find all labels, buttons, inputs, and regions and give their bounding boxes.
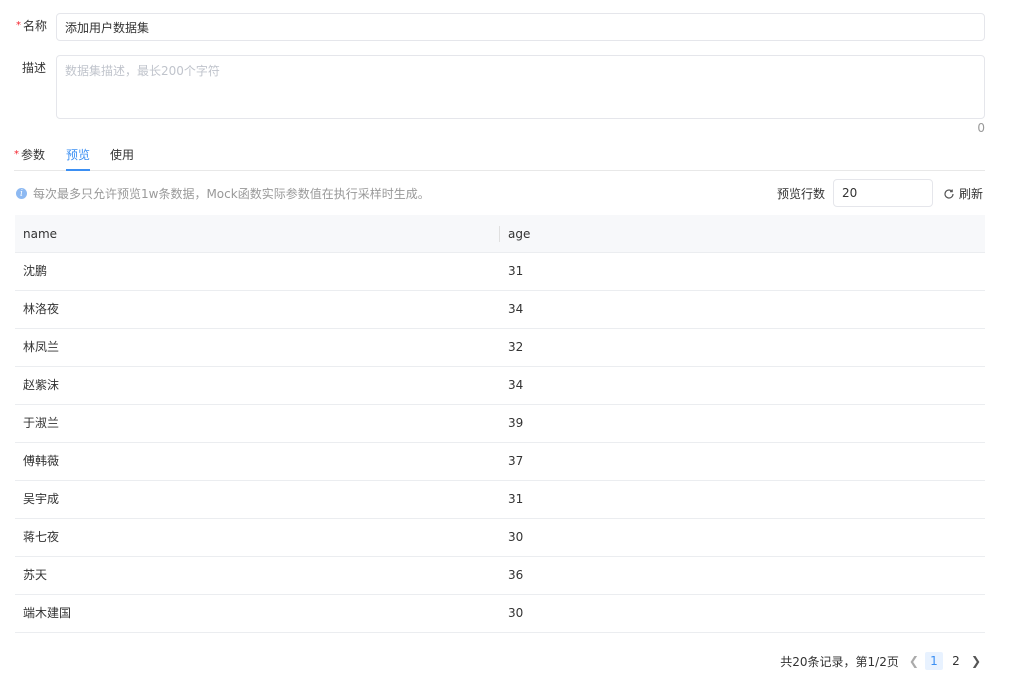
cell-name: 赵紫沫 bbox=[23, 378, 60, 392]
cell-age: 31 bbox=[508, 264, 524, 278]
table-row: 苏天 36 bbox=[15, 557, 985, 595]
column-header-name: name bbox=[15, 215, 500, 252]
cell-name: 苏天 bbox=[23, 568, 48, 582]
preview-rows-input[interactable] bbox=[833, 179, 933, 207]
preview-rows-label: 预览行数 bbox=[777, 187, 826, 201]
desc-char-count: 0 bbox=[977, 121, 985, 135]
cell-name: 端木建国 bbox=[23, 606, 72, 620]
cell-age: 34 bbox=[508, 378, 524, 392]
tab-usage[interactable]: 使用 bbox=[110, 146, 134, 163]
table-header: name age bbox=[15, 215, 985, 253]
cell-age: 36 bbox=[508, 568, 524, 582]
table-row: 沈鹏 31 bbox=[15, 253, 985, 291]
cell-age: 31 bbox=[508, 492, 524, 506]
pagination: 共20条记录，第1/2页 ❮ 1 2 ❯ bbox=[780, 652, 985, 670]
required-asterisk: * bbox=[16, 20, 21, 31]
desc-textarea[interactable] bbox=[56, 55, 985, 119]
cell-age: 37 bbox=[508, 454, 524, 468]
name-input[interactable] bbox=[56, 13, 985, 41]
prev-page-icon[interactable]: ❮ bbox=[905, 654, 923, 668]
cell-name: 于淑兰 bbox=[23, 416, 60, 430]
page-1-button[interactable]: 1 bbox=[924, 652, 943, 670]
table-row: 傅韩薇 37 bbox=[15, 443, 985, 481]
refresh-icon bbox=[944, 188, 954, 199]
table-row: 蒋七夜 30 bbox=[15, 519, 985, 557]
cell-name: 傅韩薇 bbox=[23, 454, 60, 468]
tab-params[interactable]: * 参数 bbox=[14, 146, 45, 163]
refresh-button[interactable]: 刷新 bbox=[943, 185, 983, 202]
table-row: 于淑兰 39 bbox=[15, 405, 985, 443]
cell-name: 沈鹏 bbox=[23, 264, 48, 278]
desc-label: 描述 bbox=[22, 61, 47, 75]
tab-bar: * 参数 预览 使用 bbox=[14, 140, 985, 171]
cell-name: 林凤兰 bbox=[23, 340, 60, 354]
table-row: 赵紫沫 34 bbox=[15, 367, 985, 405]
cell-age: 30 bbox=[508, 530, 524, 544]
pagination-summary: 共20条记录，第1/2页 bbox=[780, 654, 899, 669]
cell-age: 34 bbox=[508, 302, 524, 316]
table-row: 林凤兰 32 bbox=[15, 329, 985, 367]
column-header-age: age bbox=[508, 227, 531, 241]
required-asterisk: * bbox=[14, 149, 19, 160]
page-2-button[interactable]: 2 bbox=[947, 652, 965, 670]
tab-active-indicator bbox=[66, 169, 90, 171]
cell-name: 林洛夜 bbox=[23, 302, 60, 316]
table-row: 吴宇成 31 bbox=[15, 481, 985, 519]
cell-age: 39 bbox=[508, 416, 524, 430]
name-label: * 名称 bbox=[16, 19, 48, 33]
table-body: 沈鹏 31 林洛夜 34 林凤兰 32 赵紫沫 34 于淑兰 39 傅韩薇 37 吴宇成 31 蒋七夜 30 苏… bbox=[15, 253, 985, 633]
preview-info: i 每次最多只允许预览1w条数据，Mock函数实际参数值在执行采样时生成。 bbox=[16, 185, 430, 202]
cell-age: 32 bbox=[508, 340, 524, 354]
table-row: 林洛夜 34 bbox=[15, 291, 985, 329]
preview-table: name age 沈鹏 31 林洛夜 34 林凤兰 32 赵紫沫 34 于淑兰 39 傅韩薇 37 吴宇… bbox=[15, 215, 985, 633]
table-row: 端木建国 30 bbox=[15, 595, 985, 633]
tab-preview[interactable]: 预览 bbox=[66, 146, 90, 163]
next-page-icon[interactable]: ❯ bbox=[967, 654, 985, 668]
info-icon: i bbox=[16, 188, 27, 199]
cell-age: 30 bbox=[508, 606, 524, 620]
cell-name: 蒋七夜 bbox=[23, 530, 60, 544]
cell-name: 吴宇成 bbox=[23, 492, 60, 506]
